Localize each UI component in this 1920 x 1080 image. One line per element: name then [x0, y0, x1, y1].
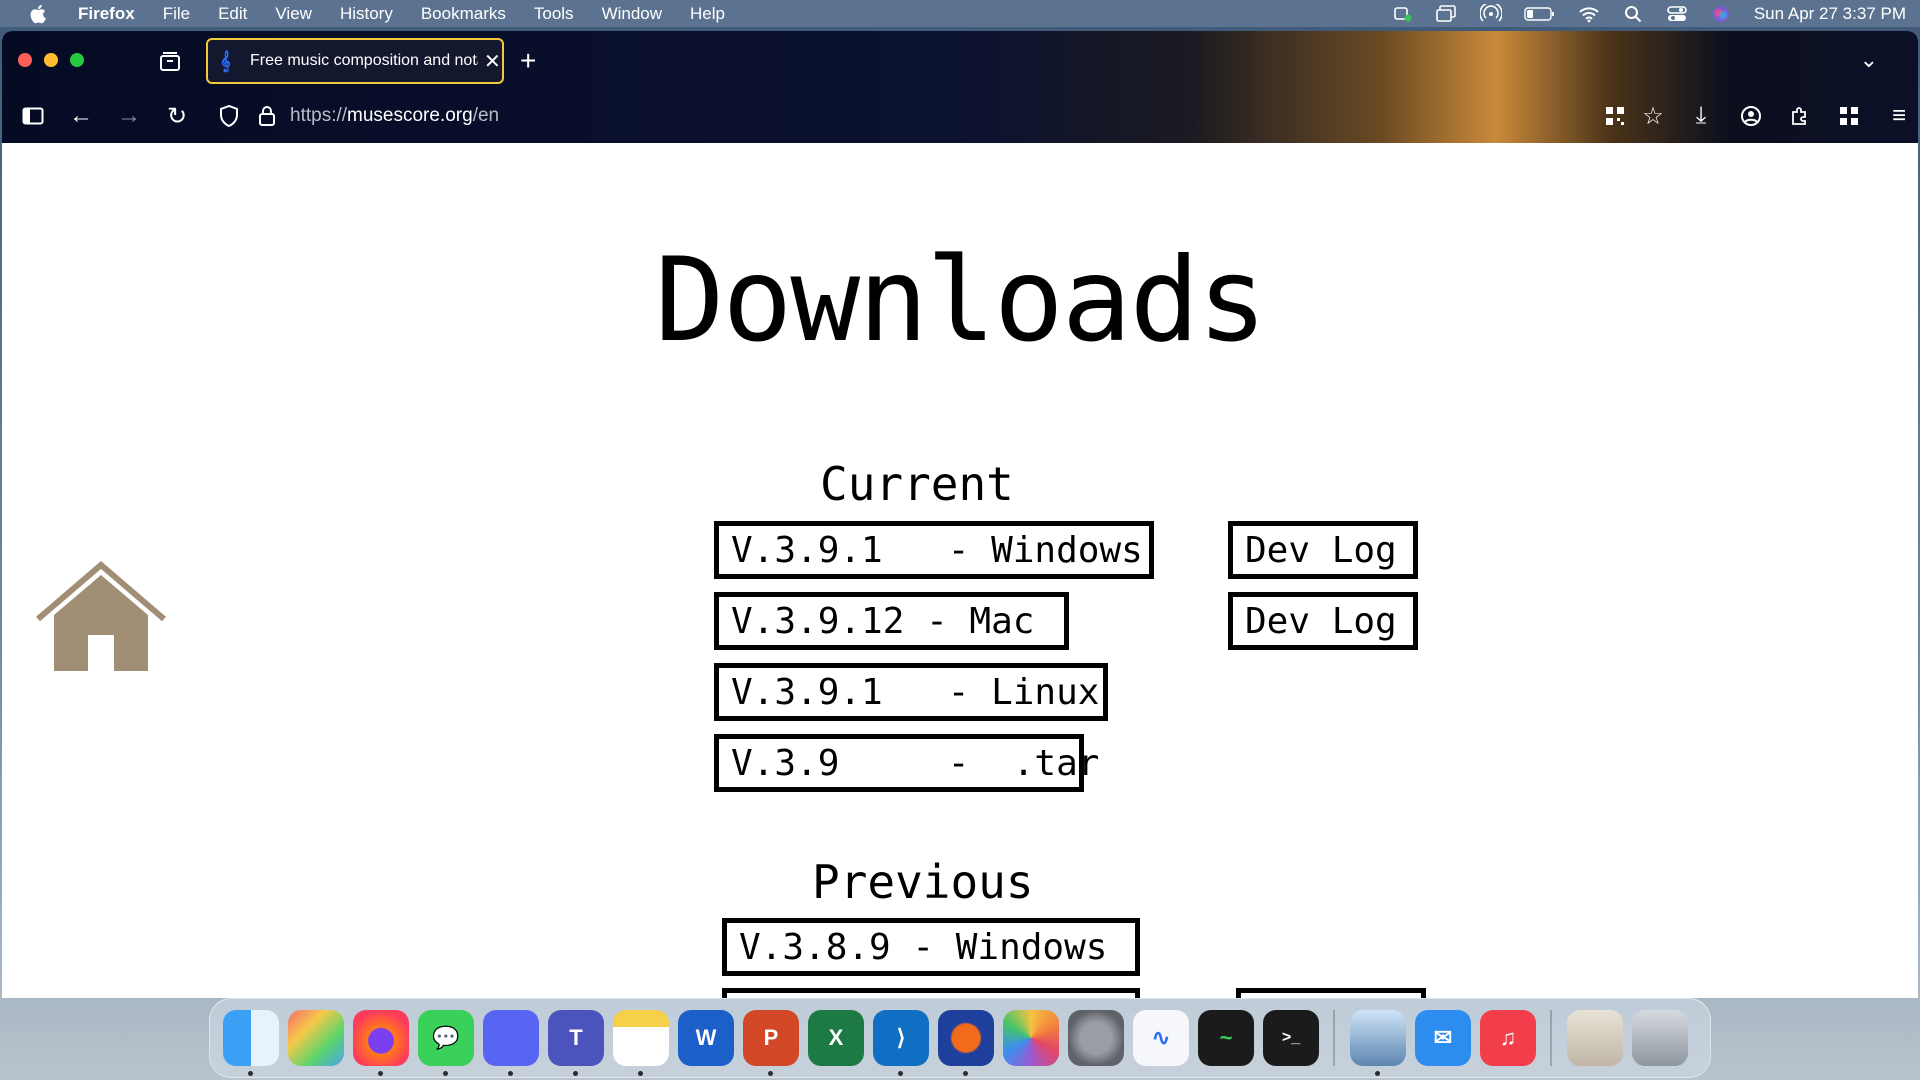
download-previous-362-windows-button[interactable]: V.3.6.2 - Windows [722, 988, 1140, 998]
dock-firefox-icon[interactable] [353, 1010, 409, 1076]
window-controls [18, 53, 84, 67]
dock-activity-monitor-icon[interactable]: ~ [1198, 1010, 1254, 1066]
download-current-linux-button[interactable]: V.3.9.1 - Linux [714, 663, 1108, 721]
dock-powerpoint-icon[interactable]: P [743, 1010, 799, 1076]
dock-launchpad-icon[interactable] [288, 1010, 344, 1066]
menu-bookmarks[interactable]: Bookmarks [421, 4, 506, 24]
macos-dock: 💬 T W P X ⟩ ∿ ~ >_ ✉ ♫ [209, 998, 1711, 1078]
download-current-windows-button[interactable]: V.3.9.1 - Windows [714, 521, 1154, 579]
menu-app-name[interactable]: Firefox [78, 4, 135, 24]
close-window-button[interactable] [18, 53, 32, 67]
macos-menu-bar: Firefox File Edit View History Bookmarks… [0, 0, 1920, 27]
devlog-362-button[interactable]: Dev Log [1236, 988, 1426, 998]
dock-downloads-stack-icon[interactable] [1567, 1010, 1623, 1066]
dock-teams-icon[interactable]: T [548, 1010, 604, 1076]
browser-toolbar: 𝄞 Free music composition and notation so… [2, 31, 1918, 143]
page-title: Downloads [654, 233, 1268, 368]
dock-separator [1333, 1010, 1335, 1066]
hamburger-menu-icon[interactable]: ≡ [1886, 102, 1912, 129]
menu-file[interactable]: File [163, 4, 190, 24]
download-current-mac-button[interactable]: V.3.9.12 - Mac [714, 592, 1069, 650]
menu-tools[interactable]: Tools [534, 4, 574, 24]
url-protocol: https:// [290, 105, 348, 126]
url-bar[interactable]: https://musescore.org/en [290, 105, 499, 127]
navigation-bar: ← → ↻ https://musescore.org/en ☆ ⤓ ≡ [2, 91, 1918, 141]
extensions-icon[interactable] [1786, 103, 1812, 129]
screen-mirroring-icon[interactable] [1436, 4, 1458, 23]
dock-mail-icon[interactable]: ✉ [1415, 1010, 1471, 1066]
dock-music-icon[interactable]: ♫ [1480, 1010, 1536, 1066]
url-path: /en [472, 105, 500, 126]
dock-discord-icon[interactable] [483, 1010, 539, 1076]
tracking-protection-shield-icon[interactable] [216, 103, 242, 129]
menu-bar-clock[interactable]: Sun Apr 27 3:37 PM [1754, 4, 1906, 24]
previous-heading: Previous [812, 855, 1034, 909]
apps-grid-icon[interactable] [1836, 103, 1862, 129]
wifi-icon[interactable] [1578, 5, 1600, 23]
forward-arrow-icon[interactable]: → [116, 102, 142, 129]
dock-separator [1550, 1010, 1552, 1066]
sidebar-toggle-icon[interactable] [20, 103, 46, 129]
spotlight-icon[interactable] [1622, 5, 1644, 23]
dock-excel-icon[interactable]: X [808, 1010, 864, 1066]
list-all-tabs-chevron-icon[interactable]: ⌄ [1860, 47, 1878, 73]
fullscreen-window-button[interactable] [70, 53, 84, 67]
dock-terminal-icon[interactable]: >_ [1263, 1010, 1319, 1066]
dock-photos-icon[interactable] [1003, 1010, 1059, 1066]
dock-audacity-icon[interactable] [938, 1010, 994, 1076]
menu-help[interactable]: Help [690, 4, 725, 24]
dock-word-icon[interactable]: W [678, 1010, 734, 1066]
tab-overview-icon[interactable] [158, 49, 182, 73]
control-center-icon[interactable] [1666, 5, 1688, 23]
menu-window[interactable]: Window [602, 4, 662, 24]
musescore-favicon-icon: 𝄞 [220, 51, 231, 71]
dock-finder-icon[interactable] [223, 1010, 279, 1076]
devlog-mac-button[interactable]: Dev Log [1228, 592, 1418, 650]
menu-edit[interactable]: Edit [218, 4, 247, 24]
apple-menu-icon[interactable] [28, 3, 50, 25]
airdrop-icon[interactable] [1479, 3, 1502, 23]
new-tab-icon[interactable]: + [520, 45, 536, 77]
current-heading: Current [820, 457, 1014, 511]
teams-status-icon[interactable] [1392, 5, 1414, 23]
reload-icon[interactable]: ↻ [164, 103, 190, 130]
dock-vscode-icon[interactable]: ⟩ [873, 1010, 929, 1076]
dock-messages-icon[interactable]: 💬 [418, 1010, 474, 1076]
dock-trash-icon[interactable] [1632, 1010, 1688, 1066]
firefox-window: 𝄞 Free music composition and notation so… [2, 31, 1918, 998]
account-icon[interactable] [1738, 103, 1764, 129]
close-tab-icon[interactable]: ✕ [484, 49, 501, 74]
page-content: Downloads Current V.3.9.1 - Windows Dev … [2, 143, 1918, 998]
lock-icon[interactable] [254, 103, 280, 129]
bookmark-star-icon[interactable]: ☆ [1640, 103, 1666, 130]
home-icon[interactable] [36, 561, 166, 673]
download-current-tar-button[interactable]: V.3.9 - .tar [714, 734, 1099, 792]
dock-system-settings-icon[interactable] [1068, 1010, 1124, 1066]
siri-icon[interactable] [1710, 5, 1732, 23]
dock-notes-icon[interactable] [613, 1010, 669, 1076]
url-host: musescore.org [347, 105, 473, 126]
back-arrow-icon[interactable]: ← [68, 102, 94, 129]
tab-title: Free music composition and notation soft… [250, 52, 478, 69]
dock-freeform-icon[interactable]: ∿ [1133, 1010, 1189, 1066]
dock-preview-icon[interactable] [1350, 1010, 1406, 1076]
menu-view[interactable]: View [275, 4, 312, 24]
devlog-windows-button[interactable]: Dev Log [1228, 521, 1418, 579]
downloads-icon[interactable]: ⤓ [1688, 102, 1714, 129]
tab-musescore[interactable]: 𝄞 Free music composition and notation so… [206, 38, 504, 84]
minimize-window-button[interactable] [44, 53, 58, 67]
menu-history[interactable]: History [340, 4, 393, 24]
qr-code-icon[interactable] [1602, 103, 1628, 129]
battery-icon[interactable] [1524, 5, 1556, 23]
download-previous-389-windows-button[interactable]: V.3.8.9 - Windows [722, 918, 1140, 976]
